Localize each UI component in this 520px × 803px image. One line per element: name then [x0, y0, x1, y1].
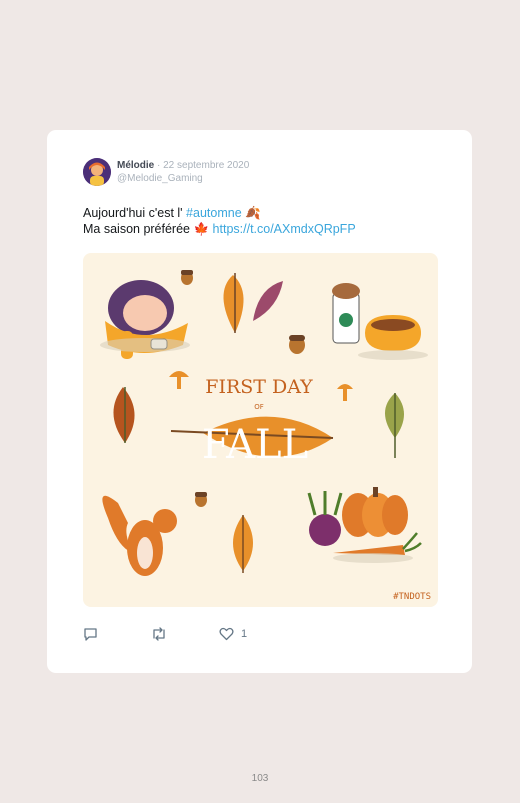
squirrel-illustration	[102, 495, 177, 576]
tweet-line-1: Aujourd'hui c'est l' #automne 🍂	[83, 205, 356, 221]
author-handle[interactable]: @Melodie_Gaming	[117, 172, 249, 185]
tweet-date[interactable]: · 22 septembre 2020	[157, 160, 249, 171]
reply-icon	[83, 627, 98, 641]
fallen-leaf-emoji: 🍂	[245, 206, 261, 220]
headline-of: OF	[254, 403, 264, 411]
author-name[interactable]: Mélodie	[117, 160, 154, 171]
headline-top: FIRST DAY	[205, 376, 313, 398]
tweet-line-2: Ma saison préférée 🍁 https://t.co/AXmdxQ…	[83, 221, 356, 237]
tweet-text: Aujourd'hui c'est l' #automne 🍂 Ma saiso…	[83, 205, 356, 237]
like-icon	[219, 627, 234, 641]
tweet-author: Mélodie · 22 septembre 2020 @Melodie_Gam…	[117, 159, 249, 185]
like-button[interactable]: 1	[219, 627, 247, 641]
like-count: 1	[241, 628, 248, 640]
tweet-card: Mélodie · 22 septembre 2020 @Melodie_Gam…	[47, 130, 472, 673]
retweet-icon	[151, 627, 167, 641]
illustration-signature: #TNDOTS	[393, 592, 431, 602]
tweet-line-2-text: Ma saison préférée	[83, 222, 194, 236]
headline-main: FALL	[202, 422, 308, 468]
hashtag-link[interactable]: #automne	[186, 206, 242, 220]
tweet-media-image[interactable]: FIRST DAY OF FALL #TNDOTS	[83, 253, 438, 607]
tweet-line-1-text: Aujourd'hui c'est l'	[83, 206, 187, 220]
retweet-button[interactable]	[151, 627, 167, 641]
reply-button[interactable]	[83, 627, 98, 641]
page-number: 103	[251, 773, 269, 784]
tweet-actions: 1	[83, 627, 283, 645]
avatar[interactable]	[83, 158, 111, 186]
maple-leaf-emoji: 🍁	[193, 222, 210, 236]
tweet-url-link[interactable]: https://t.co/AXmdxQRpFP	[213, 222, 356, 236]
girl-illustration	[100, 280, 190, 359]
